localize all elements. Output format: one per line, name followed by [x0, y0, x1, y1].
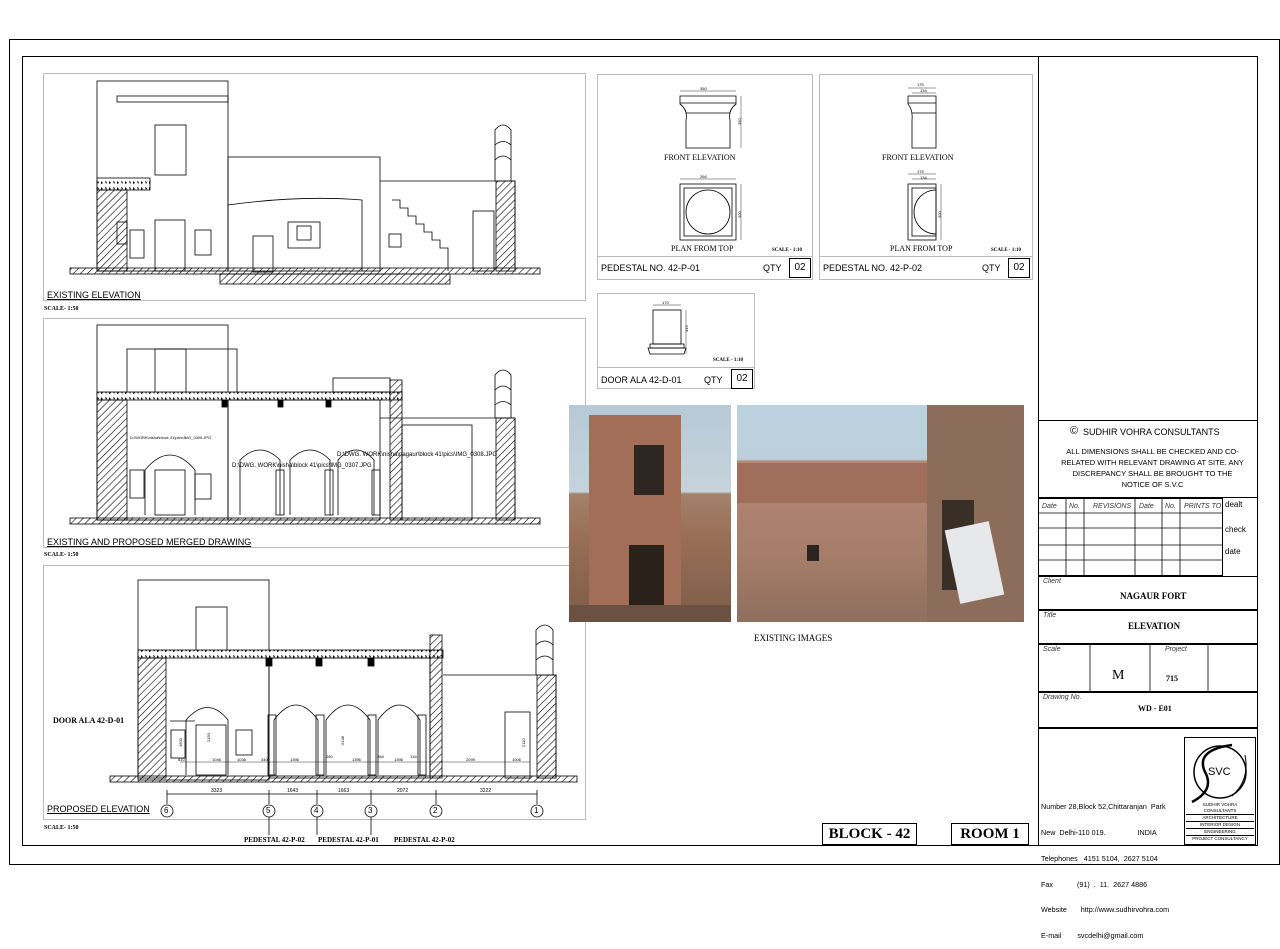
logo-line-5: ENGINEERING	[1186, 828, 1254, 835]
address-line-6: E-mail svcdelhi@gmail.com	[1041, 931, 1144, 941]
svc-logo-text: SVC	[1208, 766, 1231, 778]
logo-line-3: ARCHITECTURE	[1186, 814, 1254, 821]
logo-caption: SUDHIR VOHRA CONSULTANTS ARCHITECTURE IN…	[1186, 802, 1254, 842]
svc-logo-icon	[1191, 743, 1247, 804]
logo-line-6: PROJECT CONSULTANCY	[1186, 835, 1254, 842]
address-line-5: Website http://www.sudhirvohra.com	[1041, 905, 1170, 915]
logo-line-4: INTERIOR DESIGN	[1186, 821, 1254, 828]
room-label: ROOM 1	[951, 823, 1029, 845]
block-label: BLOCK - 42	[822, 823, 917, 845]
